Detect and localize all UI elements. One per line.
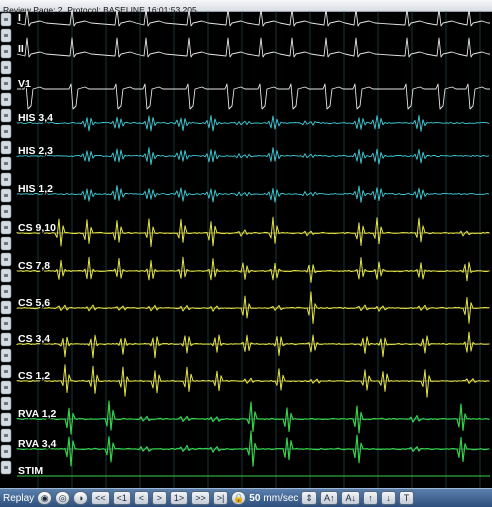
side-button-marker [4,130,8,133]
side-button-marker [4,418,8,421]
channel-trace [16,216,490,248]
side-button-marker [4,226,8,229]
move-down-button[interactable]: ↓ [381,491,396,505]
rewind-fast-button[interactable]: << [91,491,110,505]
channel-row: RVA 1,2 [16,400,490,435]
side-button-marker [4,242,8,245]
channel-label: CS 3,4 [18,333,50,345]
channel-trace [16,184,490,203]
channel-row: I [16,11,490,27]
side-button-marker [4,354,8,357]
channel-label: CS 7,8 [18,260,50,272]
lock-icon[interactable]: 🔒 [231,491,247,505]
side-button-marker [4,114,8,117]
side-button-marker [4,386,8,389]
channel-side-buttons [0,12,12,475]
channel-label: CS 9,10 [18,222,56,234]
eye-alt-icon[interactable]: ◑ [73,491,89,505]
side-button-marker [4,322,8,325]
replay-label: Replay [3,492,35,504]
time-grid [37,11,481,488]
channel-label: CS 1,2 [18,370,50,382]
channel-label: I [18,12,21,24]
eye-icon[interactable]: ◉ [37,491,53,505]
side-button-marker [4,290,8,293]
side-button-marker [4,370,8,373]
side-button-marker [4,338,8,341]
channel-label: RVA 3,4 [18,438,56,450]
side-button-marker [4,450,8,453]
channel-trace [16,430,490,467]
channel-row: RVA 3,4 [16,430,490,467]
channel-label: STIM [18,465,43,477]
channel-row: HIS 2,3 [16,144,490,166]
side-button-marker [4,162,8,165]
timing-button[interactable]: T [399,491,414,505]
side-button-marker [4,98,8,101]
channel-trace [17,83,490,110]
side-button-marker [4,210,8,213]
step-back-button[interactable]: < [133,491,149,505]
go-to-end-button[interactable]: >| [212,491,229,505]
channel-row: HIS 1,2 [16,182,490,203]
side-button-marker [4,178,8,181]
forward-one-page-button[interactable]: 1> [169,491,189,505]
signal-traces-panel: IIIV1HIS 3,4HIS 2,3HIS 1,2CS 9,10CS 7,8C… [0,11,490,488]
channel-traces: IIIV1HIS 3,4HIS 2,3HIS 1,2CS 9,10CS 7,8C… [16,11,490,478]
side-button-marker [4,258,8,261]
channel-trace [16,331,490,359]
channel-trace [16,147,490,166]
channel-label: HIS 1,2 [18,183,53,195]
channel-row: HIS 3,4 [16,111,490,132]
side-button-marker [4,50,8,53]
channel-trace [16,37,490,58]
side-button-marker [4,402,8,405]
move-up-button[interactable]: ↑ [363,491,378,505]
channel-row: CS 5,6 [16,291,490,324]
side-button-marker [4,274,8,277]
channel-row: CS 1,2 [16,364,490,398]
side-button-marker [4,466,8,469]
speed-spinner-button[interactable]: ⇕ [301,491,317,505]
channel-label: HIS 3,4 [18,112,53,124]
sweep-speed-value: 50 [249,492,261,504]
forward-fast-button[interactable]: >> [191,491,210,505]
channel-trace [16,114,490,132]
channel-row: CS 9,10 [16,216,490,248]
sweep-speed-unit: mm/sec [263,492,299,504]
channel-trace [16,11,490,27]
channel-row: CS 7,8 [16,256,490,283]
step-forward-button[interactable]: > [151,491,167,505]
channel-trace [16,256,490,283]
channel-row: II [16,37,490,58]
channel-row: STIM [17,464,490,478]
side-button-marker [4,82,8,85]
side-button-marker [4,146,8,149]
side-button-marker [4,34,8,37]
review-toolbar: Replay ◉ ◎ ◑ << <1 < > 1> >> >| 🔒 50 mm/… [0,488,492,507]
channel-label: RVA 1,2 [18,408,56,420]
channel-row: V1 [17,77,490,110]
side-button-marker [4,66,8,69]
side-button-marker [4,194,8,197]
channel-label: HIS 2,3 [18,145,53,157]
amplitude-down-button[interactable]: A↓ [341,491,360,505]
side-button-marker [4,434,8,437]
side-button-marker [4,18,8,21]
channel-label: V1 [18,78,31,90]
side-button-marker [4,306,8,309]
back-one-page-button[interactable]: <1 [112,491,131,505]
channel-label: CS 5,6 [18,297,50,309]
channel-label: II [18,43,24,55]
channel-trace [16,400,490,435]
lens-icon[interactable]: ◎ [55,491,71,505]
amplitude-up-button[interactable]: A↑ [319,491,339,505]
channel-row: CS 3,4 [16,331,490,359]
